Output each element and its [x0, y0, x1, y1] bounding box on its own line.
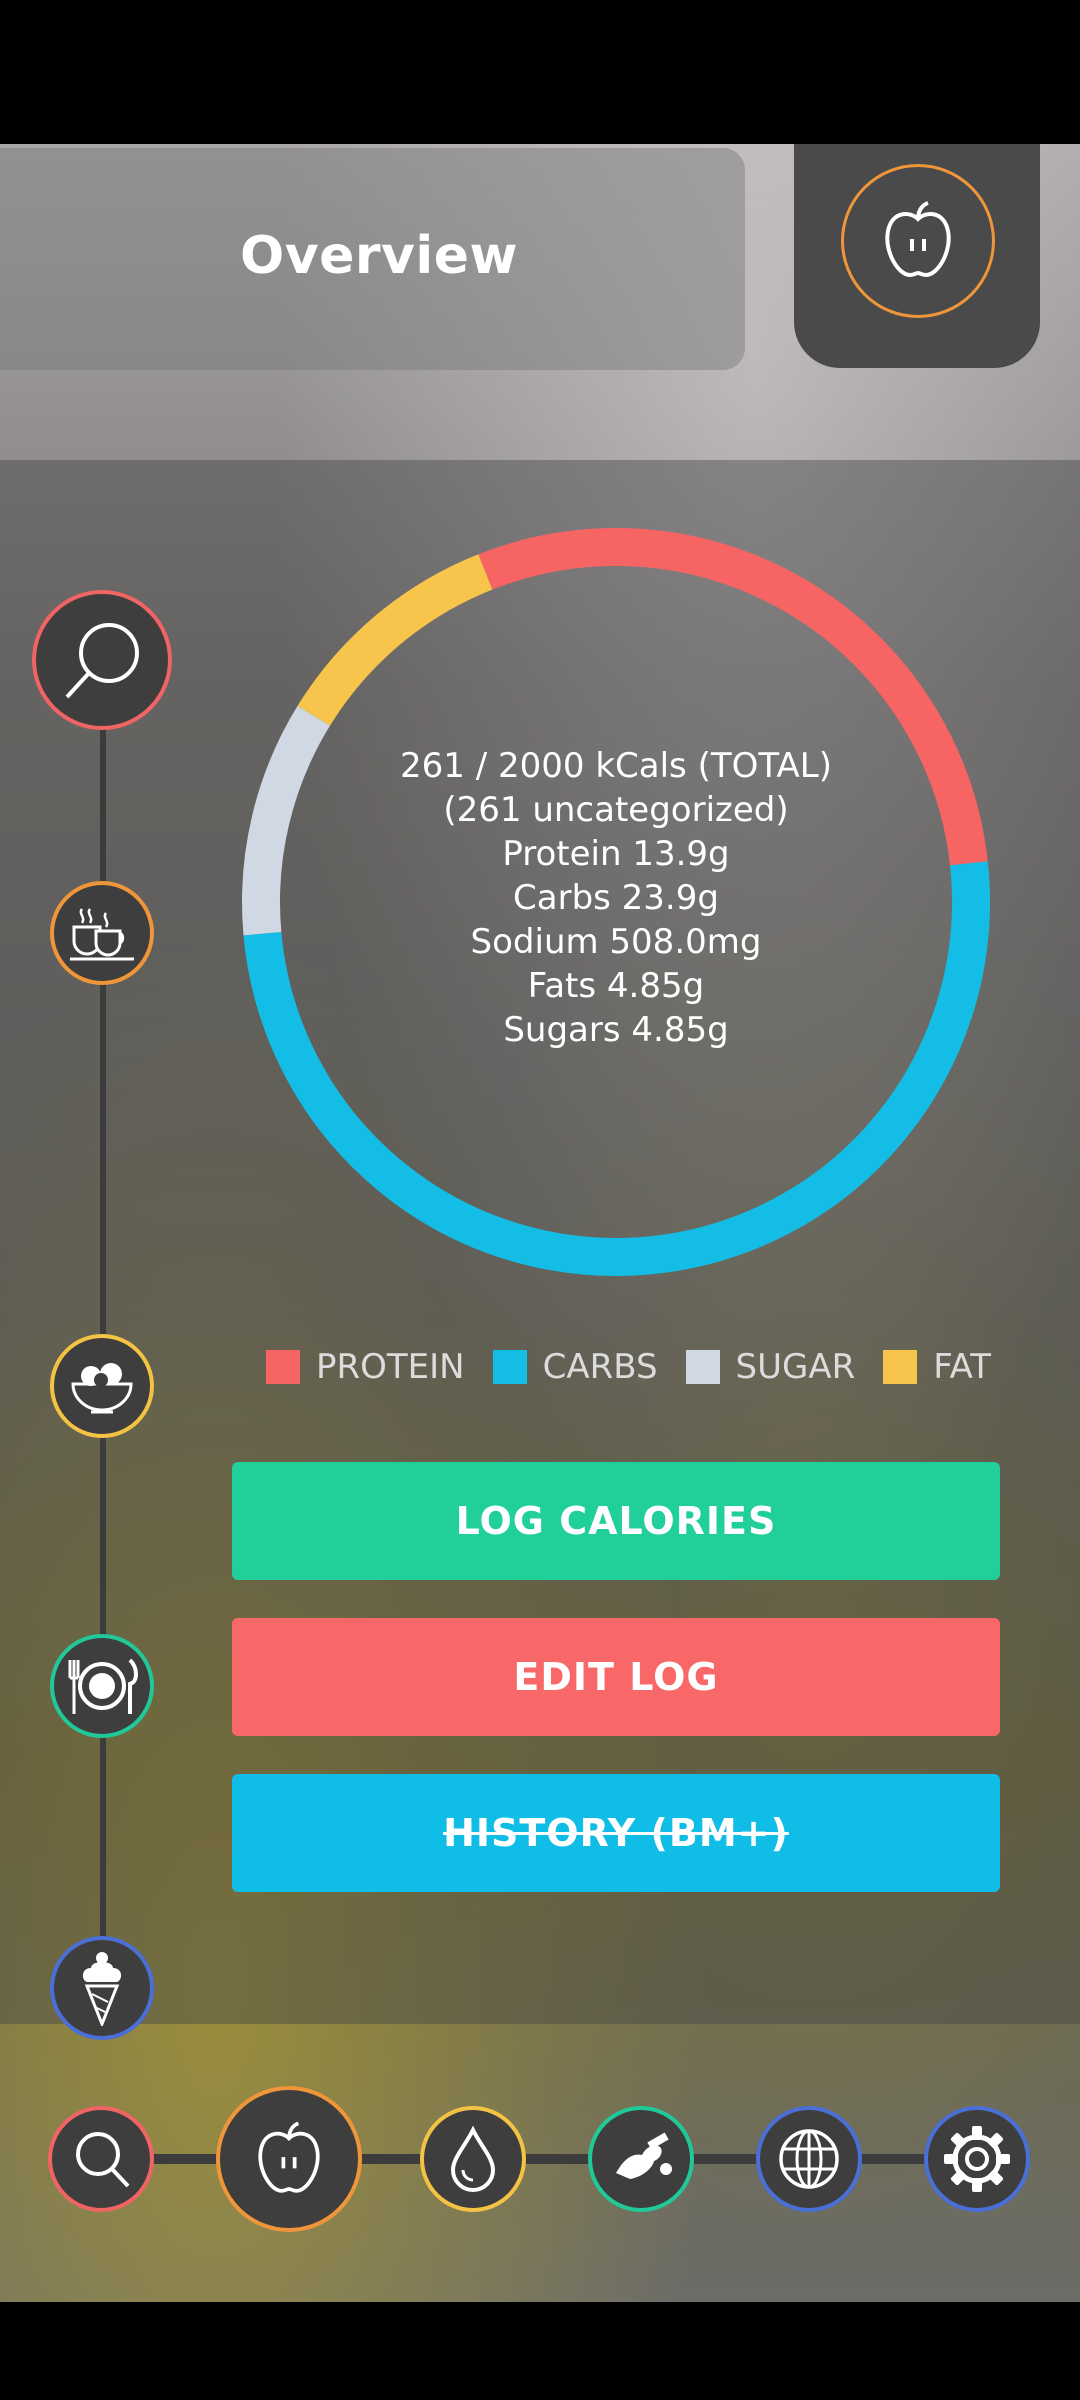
plate-cutlery-icon — [68, 1658, 138, 1714]
legend-swatch — [266, 1350, 300, 1384]
legend-swatch — [883, 1350, 918, 1384]
globe-icon — [779, 2129, 839, 2189]
water-drop-icon — [450, 2126, 496, 2192]
ice-cream-icon — [82, 1952, 122, 2026]
sodium-text: Sodium 508.0mg — [470, 922, 762, 962]
nav-settings-button[interactable] — [924, 2106, 1030, 2212]
search-icon — [65, 623, 139, 699]
chart-legend: PROTEIN CARBS SUGAR FAT — [266, 1347, 1019, 1387]
legend-label: FAT — [933, 1347, 992, 1387]
coffee-cups-icon — [70, 908, 134, 961]
legend-swatch — [492, 1350, 527, 1384]
salad-bowl-icon — [71, 1363, 133, 1414]
side-dessert-button[interactable] — [50, 1936, 154, 2040]
carbs-text: Carbs 23.9g — [513, 878, 719, 918]
history-button[interactable]: HISTORY (BM+) — [232, 1774, 1000, 1892]
nav-search-button[interactable] — [48, 2106, 154, 2212]
legend-label: CARBS — [542, 1347, 658, 1387]
side-drinks-button[interactable] — [50, 881, 154, 985]
side-search-button[interactable] — [32, 590, 172, 730]
legend-swatch — [685, 1350, 720, 1384]
legend-label: SUGAR — [735, 1347, 856, 1387]
apple-tab[interactable] — [794, 144, 1040, 368]
page-title: Overview — [240, 226, 519, 286]
protein-text: Protein 13.9g — [502, 834, 730, 874]
total-kcal-text: 261 / 2000 kCals (TOTAL) — [400, 746, 832, 786]
legend-item-protein: PROTEIN — [266, 1347, 465, 1387]
nav-water-button[interactable] — [420, 2106, 526, 2212]
nav-food-button[interactable] — [216, 2086, 362, 2232]
side-meal-button[interactable] — [50, 1634, 154, 1738]
donut-slice-fat — [297, 554, 493, 726]
side-salad-button[interactable] — [50, 1334, 154, 1438]
log-calories-button[interactable]: LOG CALORIES — [232, 1462, 1000, 1580]
edit-log-button[interactable]: EDIT LOG — [232, 1618, 1000, 1736]
legend-item-fat: FAT — [883, 1347, 991, 1387]
fats-text: Fats 4.85g — [527, 966, 705, 1006]
legend-label: PROTEIN — [316, 1347, 465, 1387]
gear-icon — [944, 2126, 1010, 2192]
nav-web-button[interactable] — [756, 2106, 862, 2212]
nav-exercise-button[interactable] — [588, 2106, 694, 2212]
log-calories-label: LOG CALORIES — [455, 1499, 777, 1543]
apple-icon — [258, 2121, 320, 2193]
legend-item-sugar: SUGAR — [685, 1347, 856, 1387]
search-icon — [76, 2132, 130, 2188]
dumbbell-arm-icon — [616, 2132, 672, 2179]
sugars-text: Sugars 4.85g — [503, 1010, 729, 1050]
apple-icon — [841, 164, 995, 318]
edit-log-label: EDIT LOG — [513, 1655, 719, 1699]
app-screen: Overview 261 / 2000 kCals (TOTAL) (261 u… — [0, 144, 1080, 2302]
uncategorized-text: (261 uncategorized) — [443, 790, 789, 830]
legend-item-carbs: CARBS — [492, 1347, 658, 1387]
calorie-summary: 261 / 2000 kCals (TOTAL) (261 uncategori… — [238, 744, 994, 1052]
history-label: HISTORY (BM+) — [443, 1811, 789, 1855]
